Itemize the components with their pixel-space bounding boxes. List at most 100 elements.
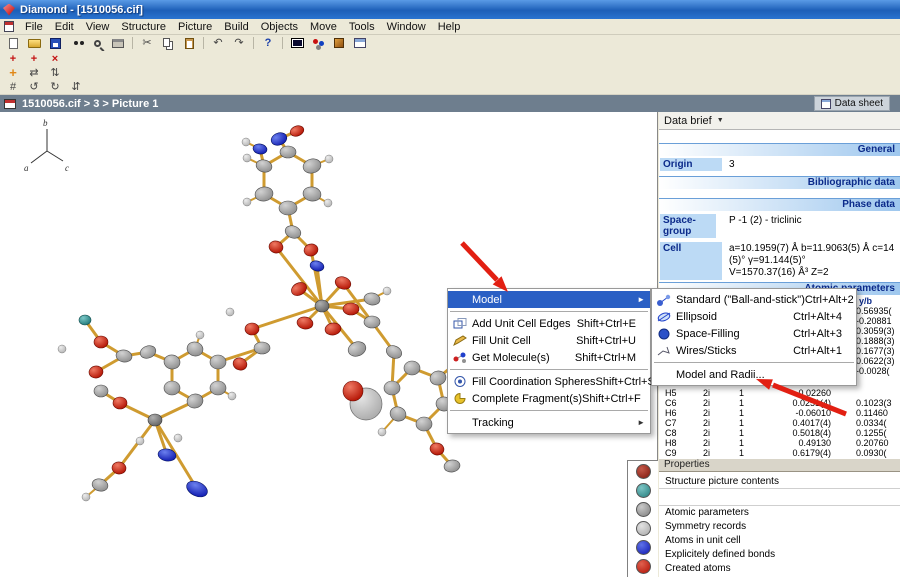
toolbar-separator [253,37,254,49]
copy-button[interactable] [158,36,178,50]
atom-row[interactable]: C6 2i 1 0.0251(4) 0.1023(3 [659,398,900,408]
data-brief-header[interactable]: Data brief ▼ [659,112,900,130]
document-window-icon [4,21,14,32]
menu-item-tracking[interactable]: Tracking ► [448,414,650,431]
column-header-yb: y/b [859,296,873,306]
data-sheet-label: Data sheet [834,98,883,109]
save-button[interactable] [45,36,65,50]
properties-item-created-atoms[interactable]: Created atoms [659,562,900,576]
cut-button[interactable]: ✂ [137,36,157,50]
structure-build-button[interactable] [308,36,328,50]
origin-label: Origin [660,158,722,171]
atom-row[interactable]: H8 2i 1 0.49130 0.20760 [659,438,900,448]
menu-item-space-filling[interactable]: Space-Filling Ctrl+Alt+3 [652,325,856,342]
section-header-general: General [659,143,900,156]
add-atom-button[interactable]: + [3,52,23,66]
tools-palette-button[interactable] [329,36,349,50]
edit-atom-button[interactable]: + [24,52,44,66]
cell-value-line1: a=10.1959(7) Å b=11.9063(5) Å c=14 [729,243,895,254]
undo-button[interactable]: ↶ [208,36,228,50]
section-header-phase: Phase data [659,198,900,211]
menu-item-get-molecules[interactable]: Get Molecule(s) Shift+Ctrl+M [448,349,650,366]
print-button[interactable] [108,36,128,50]
rotate-ccw-button[interactable]: ↺ [24,80,44,94]
print-preview-button[interactable] [87,36,107,50]
atom-row-partial: 0.3059(3) [856,326,895,336]
properties-item-symmetry-records[interactable]: Symmetry records [659,520,900,534]
translate-v-button[interactable]: ⇅ [45,66,65,80]
properties-item-atoms-in-unit-cell[interactable]: Atoms in unit cell [659,534,900,548]
submenu-arrow-icon: ► [637,418,645,427]
atom-row[interactable]: C8 2i 1 0.5018(4) 0.1255( [659,428,900,438]
rotate-cw-button[interactable]: ↻ [45,80,65,94]
atom-color-swatch[interactable] [635,540,651,555]
data-sheet-tab[interactable]: Data sheet [813,96,890,111]
atom-row[interactable]: H5 2i 1 -0.02260 [659,388,900,398]
edit-atom-icon: + [30,52,38,65]
diamond-window: Diamond - [1510056.cif] File Edit View S… [0,0,900,577]
menu-picture[interactable]: Picture [172,20,218,34]
menu-move[interactable]: Move [304,20,343,34]
atom-row-partial: 0.1677(3) [856,346,895,356]
atom-color-swatch[interactable] [635,502,651,517]
symmetry-grid-button[interactable]: # [3,80,23,94]
origin-value: 3 [729,159,735,170]
redo-button[interactable]: ↷ [229,36,249,50]
atom-row-partial: -0.0028( [856,366,890,376]
menu-file[interactable]: File [19,20,49,34]
menu-item-ellipsoid[interactable]: Ellipsoid Ctrl+Alt+4 [652,308,856,325]
menu-item-model[interactable]: Model ► [448,291,650,308]
find-button[interactable] [66,36,86,50]
atom-row[interactable]: C9 2i 1 0.6179(4) 0.0930( [659,448,900,458]
title-bar: Diamond - [1510056.cif] [0,0,900,19]
menu-item-fill-coordination-spheres[interactable]: Fill Coordination Spheres Shift+Ctrl+S [448,373,655,390]
paste-button[interactable] [179,36,199,50]
save-icon [49,37,61,49]
open-file-button[interactable] [24,36,44,50]
atom-row[interactable]: H6 2i 1 -0.06010 0.11460 [659,408,900,418]
menu-objects[interactable]: Objects [255,20,304,34]
menu-help[interactable]: Help [432,20,467,34]
menu-item-complete-fragments[interactable]: Complete Fragment(s) Shift+Ctrl+F [448,390,650,407]
breadcrumb-path: 1510056.cif > 3 > Picture 1 [22,97,159,110]
menu-build[interactable]: Build [218,20,254,34]
atom-color-swatch[interactable] [635,464,651,479]
rotate-vertical-button[interactable]: ⇵ [66,80,86,94]
table-view-button[interactable] [350,36,370,50]
move-toolbar: + ⇄ ⇅ [0,66,900,80]
atom-color-swatch[interactable] [635,483,651,498]
menu-item-wires-sticks[interactable]: Wires/Sticks Ctrl+Alt+1 [652,342,856,359]
rotate-cw-icon: ↻ [50,81,60,93]
structure-picture-contents[interactable]: Structure picture contents [659,474,900,489]
diamond-app-icon [3,3,15,16]
axis-b-label: b [43,118,48,128]
atom-row[interactable]: C7 2i 1 0.4017(4) 0.0334( [659,418,900,428]
data-brief-title: Data brief [664,114,712,127]
properties-item-explicitely-defined-bonds[interactable]: Explicitely defined bonds [659,548,900,562]
redo-icon: ↷ [234,37,244,49]
delete-atom-button[interactable]: × [45,52,65,66]
menu-tools[interactable]: Tools [343,20,381,34]
undo-icon: ↶ [213,37,223,49]
menu-edit[interactable]: Edit [49,20,80,34]
menu-view[interactable]: View [80,20,116,34]
menu-item-model-and-radii[interactable]: Model and Radii... [652,366,856,383]
window-title: Diamond - [1510056.cif] [20,3,143,16]
picture-mode-button[interactable] [287,36,307,50]
vertical-arrows-icon: ⇅ [50,67,60,79]
translate-h-button[interactable]: ⇄ [24,66,44,80]
move-mode-button[interactable]: + [3,66,23,80]
menu-item-add-unit-cell-edges[interactable]: Add Unit Cell Edges Shift+Ctrl+E [448,315,650,332]
context-help-button[interactable]: ? [258,36,278,50]
atom-color-swatch[interactable] [635,521,651,536]
properties-item-atomic-parameters[interactable]: Atomic parameters [659,506,900,520]
menu-item-standard-ball-and-stick[interactable]: Standard ("Ball-and-stick") Ctrl+Alt+2 [652,291,856,308]
atom-color-swatch[interactable] [635,559,651,574]
menu-structure[interactable]: Structure [115,20,172,34]
new-file-button[interactable] [3,36,23,50]
rotate-ccw-icon: ↺ [29,81,39,93]
menu-window[interactable]: Window [381,20,432,34]
menu-item-fill-unit-cell[interactable]: Fill Unit Cell Shift+Ctrl+U [448,332,650,349]
atom-row-partial: 0.0622(3) [856,356,895,366]
magnifier-icon [93,39,101,47]
